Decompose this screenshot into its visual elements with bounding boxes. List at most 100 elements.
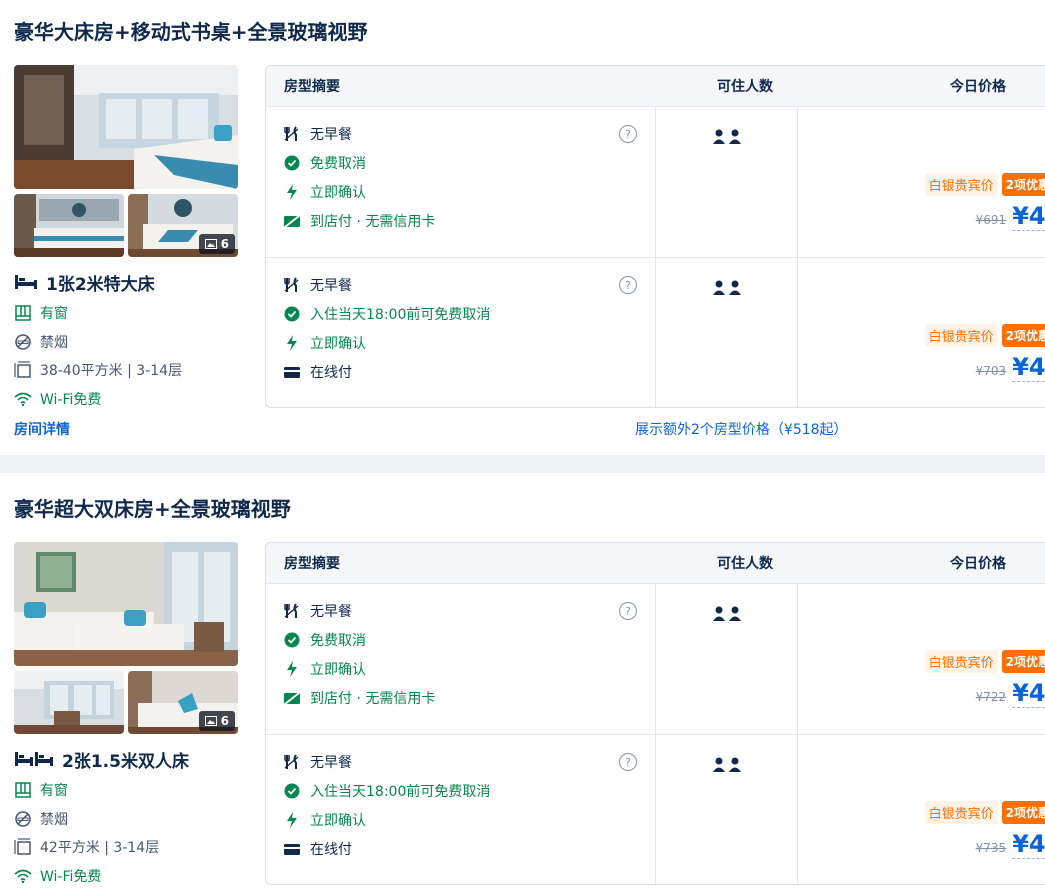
room-photo-thumb[interactable] [14, 194, 124, 257]
room-photo-main[interactable] [14, 65, 238, 189]
meal-label: 无早餐 [310, 601, 352, 621]
bed-label: 1张2米特大床 [46, 270, 155, 295]
rate-row[interactable]: 无早餐 入住当天18:00前可免费取消 立即确认 在线付 ? [266, 734, 1045, 885]
window-icon [14, 304, 32, 322]
pay-at-hotel-icon [284, 213, 300, 229]
guests-cell [656, 107, 798, 257]
room-details-link[interactable]: 房间详情 [14, 419, 70, 439]
original-price: ¥722 [976, 690, 1007, 704]
help-icon[interactable]: ? [619, 276, 637, 294]
price-cell[interactable]: 白银贵宾价 2项优惠243 ¥691 ¥448 [798, 107, 1045, 257]
confirm-label: 立即确认 [310, 333, 366, 353]
image-icon [205, 716, 217, 726]
promo-badge[interactable]: 2项优惠254 [1002, 650, 1045, 673]
price-cell[interactable]: 白银贵宾价 2项优惠247 ¥703 ¥456 [798, 258, 1045, 408]
room-photo-main[interactable] [14, 542, 238, 666]
help-icon[interactable]: ? [619, 602, 637, 620]
pay-at-hotel-icon [284, 690, 300, 706]
confirm-line: 立即确认 [284, 805, 655, 834]
no-smoking-icon [14, 810, 32, 828]
confirm-label: 立即确认 [310, 659, 366, 679]
photo-count-badge[interactable]: 6 [199, 711, 235, 731]
price-cell[interactable]: 白银贵宾价 2项优惠254 ¥722 ¥468 [798, 584, 1045, 734]
price-cell[interactable]: 白银贵宾价 2项优惠258 ¥735 ¥477 [798, 735, 1045, 885]
payment-label: 到店付 · 无需信用卡 [310, 688, 435, 708]
smoking-fact: 禁烟 [14, 805, 254, 834]
photo-count-badge[interactable]: 6 [199, 234, 235, 254]
current-price[interactable]: ¥456 [1012, 353, 1045, 382]
rate-table: 房型摘要 可住人数 今日价格 无早餐 免费取消 立即确认 [265, 542, 1045, 885]
payment-label: 在线付 [310, 839, 352, 859]
cancel-label: 免费取消 [310, 153, 366, 173]
window-label: 有窗 [40, 780, 68, 800]
payment-label: 到店付 · 无需信用卡 [310, 211, 435, 231]
room-card: 豪华超大双床房+全景玻璃视野 [0, 473, 1045, 889]
rate-table-header: 房型摘要 可住人数 今日价格 [266, 543, 1045, 583]
two-guests-icon [712, 606, 742, 622]
promo-badge[interactable]: 2项优惠247 [1002, 324, 1045, 347]
window-label: 有窗 [40, 303, 68, 323]
payment-line: 在线付 [284, 357, 655, 386]
room-title: 豪华超大双床房+全景玻璃视野 [14, 493, 291, 522]
image-icon [205, 239, 217, 249]
room-photos[interactable]: 6 [14, 65, 238, 257]
confirm-label: 立即确认 [310, 182, 366, 202]
lightning-icon [284, 661, 300, 677]
rate-table: 房型摘要 可住人数 今日价格 无早餐 免费取消 立即确认 [265, 65, 1045, 408]
current-price[interactable]: ¥477 [1012, 830, 1045, 859]
payment-line: 到店付 · 无需信用卡 [284, 683, 655, 712]
bed-icon [14, 274, 38, 290]
room-photo-thumb[interactable]: 6 [128, 671, 238, 734]
current-price[interactable]: ¥448 [1012, 202, 1045, 231]
room-photos[interactable]: 6 [14, 542, 238, 734]
card-icon [284, 364, 300, 380]
area-icon [14, 361, 32, 379]
meal-line: 无早餐 [284, 596, 655, 625]
two-guests-icon [712, 129, 742, 145]
original-price: ¥691 [976, 213, 1007, 227]
help-icon[interactable]: ? [619, 125, 637, 143]
check-circle-icon [284, 306, 300, 322]
confirm-line: 立即确认 [284, 177, 655, 206]
wifi-fact: Wi-Fi免费 [14, 862, 254, 890]
header-summary: 房型摘要 [266, 553, 674, 573]
wifi-fact: Wi-Fi免费 [14, 385, 254, 414]
rate-row[interactable]: 无早餐 入住当天18:00前可免费取消 立即确认 在线付 ? [266, 257, 1045, 408]
room-title: 豪华大床房+移动式书桌+全景玻璃视野 [14, 16, 368, 45]
promo-badge[interactable]: 2项优惠243 [1002, 173, 1045, 196]
help-icon[interactable]: ? [619, 753, 637, 771]
area-icon [14, 838, 32, 856]
bed-info: 2张1.5米双人床 [14, 747, 254, 771]
rate-row[interactable]: 无早餐 免费取消 立即确认 到店付 · 无需信用卡 ? [266, 106, 1045, 257]
header-guests: 可住人数 [674, 76, 816, 96]
cancel-line: 入住当天18:00前可免费取消 [284, 776, 655, 805]
payment-line: 在线付 [284, 834, 655, 863]
window-icon [14, 781, 32, 799]
header-summary: 房型摘要 [266, 76, 674, 96]
wifi-icon [14, 391, 32, 407]
smoking-label: 禁烟 [40, 332, 68, 352]
room-photo-thumb[interactable] [14, 671, 124, 734]
section-divider [0, 455, 1045, 473]
wifi-label: Wi-Fi免费 [40, 389, 101, 409]
promo-label: 白银贵宾价 [925, 650, 998, 673]
meal-line: 无早餐 [284, 270, 655, 299]
photo-count: 6 [221, 714, 229, 728]
area-label: 42平方米 | 3-14层 [40, 837, 159, 857]
twin-bed-icon [14, 751, 54, 767]
utensils-icon [284, 754, 300, 770]
promo-badge[interactable]: 2项优惠258 [1002, 801, 1045, 824]
cancel-line: 免费取消 [284, 625, 655, 654]
cancel-line: 免费取消 [284, 148, 655, 177]
wifi-label: Wi-Fi免费 [40, 866, 101, 886]
more-room-prices-link[interactable]: 展示额外2个房型价格（¥518起） [635, 419, 848, 439]
lightning-icon [284, 335, 300, 351]
room-photo-thumb[interactable]: 6 [128, 194, 238, 257]
cancel-label: 入住当天18:00前可免费取消 [310, 781, 490, 801]
rate-row[interactable]: 无早餐 免费取消 立即确认 到店付 · 无需信用卡 ? [266, 583, 1045, 734]
window-fact: 有窗 [14, 776, 254, 805]
header-guests: 可住人数 [674, 553, 816, 573]
current-price[interactable]: ¥468 [1012, 679, 1045, 708]
promo-label: 白银贵宾价 [925, 324, 998, 347]
utensils-icon [284, 126, 300, 142]
